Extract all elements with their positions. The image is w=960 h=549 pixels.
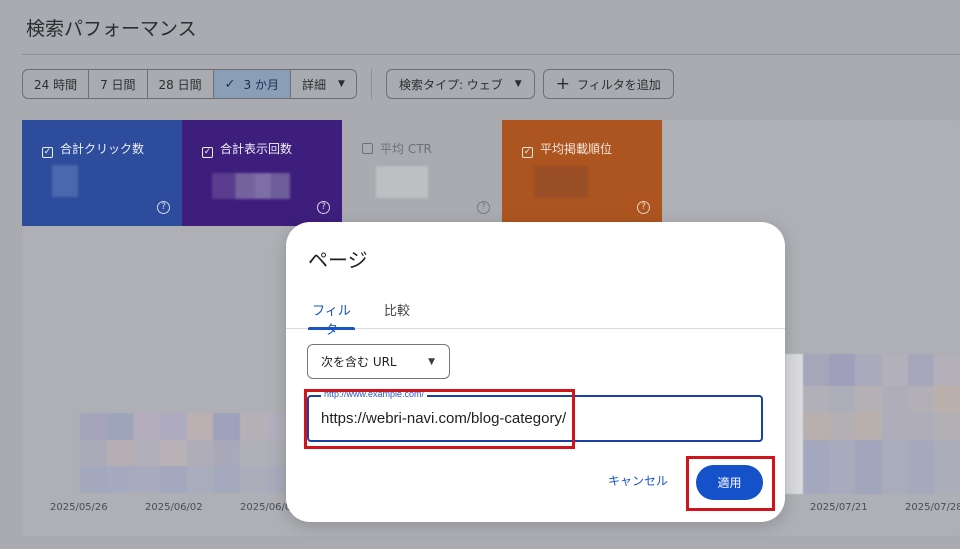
x-axis-tick: 2025/05/26 — [50, 502, 108, 513]
dropdown-caret-icon: ▼ — [338, 79, 345, 89]
cancel-button[interactable]: キャンセル — [608, 472, 668, 489]
tab-compare[interactable]: 比較 — [384, 300, 410, 329]
dialog-title: ページ — [308, 248, 368, 272]
range-24h-button[interactable]: 24 時間 — [23, 70, 90, 98]
title-divider — [22, 54, 960, 55]
match-type-value: 次を含む URL — [321, 355, 397, 369]
metric-label: 合計表示回数 — [220, 142, 293, 156]
page-title: 検索パフォーマンス — [26, 18, 197, 40]
metric-label: 合計クリック数 — [60, 142, 145, 156]
url-input[interactable] — [321, 397, 751, 440]
redacted-value — [212, 173, 290, 199]
range-3m-button[interactable]: ✓ 3 か月 — [213, 70, 291, 98]
url-field: http://www.example.com/ — [307, 389, 763, 442]
chart-blurred-left — [80, 413, 290, 493]
checkbox-checked-icon: ✓ — [42, 147, 53, 158]
help-icon[interactable]: ? — [317, 201, 330, 214]
metric-card-position[interactable]: ✓ 平均掲載順位 ? — [502, 120, 662, 226]
dropdown-caret-icon: ▼ — [514, 79, 522, 89]
match-type-select[interactable]: 次を含む URL ▼ — [307, 344, 450, 379]
apply-button[interactable]: 適用 — [696, 465, 763, 500]
date-toolbar: 24 時間 7 日間 28 日間 ✓ 3 か月 詳細 ▼ 検索タイプ: ウェブ ▼ +… — [22, 69, 682, 99]
redacted-value — [534, 166, 588, 198]
dialog-tabs: フィルタ 比較 — [286, 294, 785, 338]
checkbox-unchecked-icon — [362, 143, 373, 154]
checkbox-checked-icon: ✓ — [202, 147, 213, 158]
metric-card-ctr[interactable]: 平均 CTR ? — [342, 120, 502, 226]
x-axis-tick: 2025/06/02 — [145, 502, 203, 513]
range-label: 詳細 — [302, 77, 327, 92]
redacted-value — [376, 166, 428, 198]
date-range-group: 24 時間 7 日間 28 日間 ✓ 3 か月 詳細 ▼ — [22, 69, 357, 99]
range-label: 24 時間 — [34, 77, 78, 92]
add-filter-label: フィルタを追加 — [576, 77, 661, 92]
range-label: 3 か月 — [243, 77, 279, 92]
checkmark-icon: ✓ — [224, 76, 236, 92]
redacted-value — [52, 165, 78, 197]
range-label: 7 日間 — [100, 77, 136, 92]
metric-card-clicks[interactable]: ✓ 合計クリック数 ? — [22, 120, 182, 226]
range-28d-button[interactable]: 28 日間 — [148, 70, 214, 98]
help-icon[interactable]: ? — [157, 201, 170, 214]
x-axis-tick: 2025/07/28 — [905, 502, 960, 513]
plus-icon: + — [555, 73, 570, 94]
tab-filter[interactable]: フィルタ — [308, 300, 355, 338]
x-axis-tick: 2025/07/21 — [810, 502, 868, 513]
search-type-label: 検索タイプ: ウェブ — [398, 77, 503, 92]
page-filter-dialog: ページ フィルタ 比較 次を含む URL ▼ http://www.exampl… — [286, 222, 785, 522]
metric-card-impressions[interactable]: ✓ 合計表示回数 ? — [182, 120, 342, 226]
checkbox-checked-icon: ✓ — [522, 147, 533, 158]
metric-label: 平均 CTR — [380, 142, 432, 156]
x-axis-tick: 2025/06/0 — [240, 502, 292, 513]
help-icon[interactable]: ? — [477, 201, 490, 214]
metric-label: 平均掲載順位 — [540, 142, 613, 156]
range-label: 28 日間 — [158, 77, 202, 92]
help-icon[interactable]: ? — [637, 201, 650, 214]
toolbar-divider — [370, 69, 372, 99]
add-filter-button[interactable]: + フィルタを追加 — [542, 69, 674, 99]
chart-blurred-right — [785, 354, 960, 494]
range-7d-button[interactable]: 7 日間 — [89, 70, 148, 98]
dropdown-caret-icon: ▼ — [428, 356, 435, 367]
search-type-button[interactable]: 検索タイプ: ウェブ ▼ — [385, 69, 535, 99]
range-detail-button[interactable]: 詳細 ▼ — [291, 70, 356, 98]
